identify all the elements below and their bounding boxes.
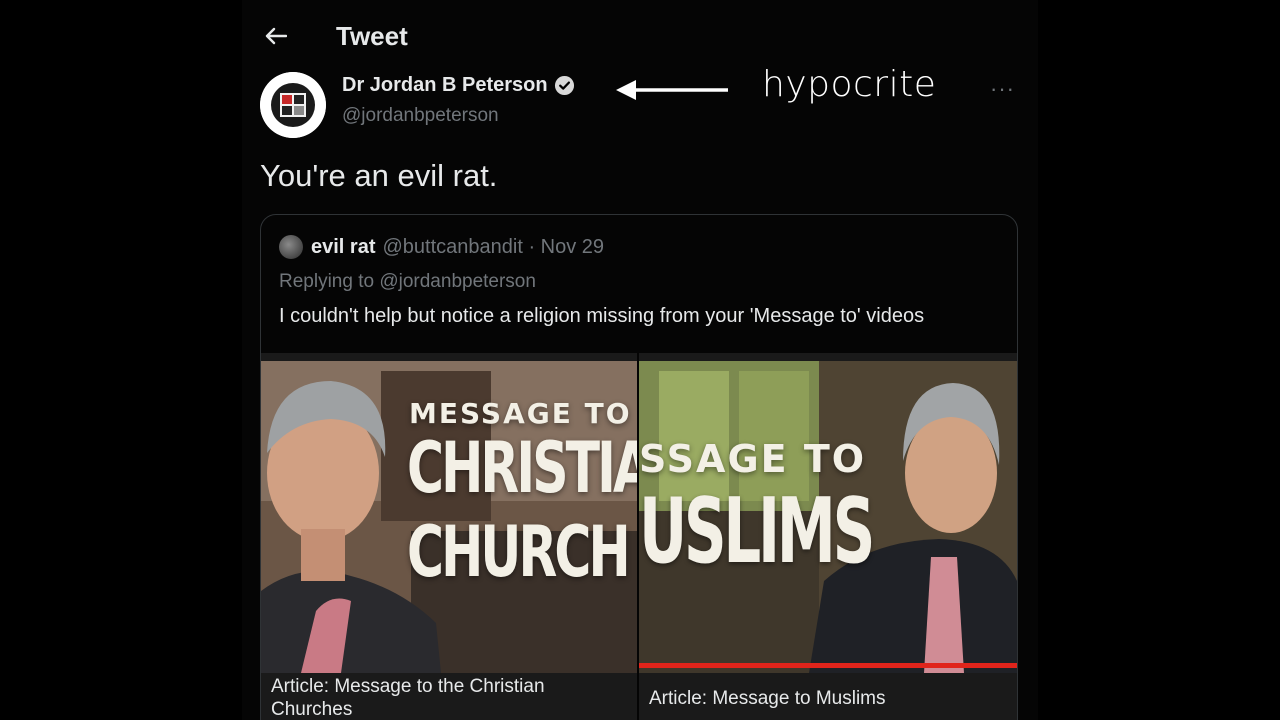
author-handle[interactable]: @jordanbpeterson	[342, 105, 575, 127]
avatar[interactable]	[260, 72, 326, 138]
thumb-line-churches: CHURCH	[407, 511, 631, 593]
card-title-christian[interactable]: Article: Message to the Christian Church…	[271, 675, 611, 720]
tweet-screen: Tweet Dr Jordan B Peterson @jordanbpeter…	[242, 0, 1038, 720]
verified-badge-icon	[554, 75, 574, 96]
progress-bar	[639, 663, 1017, 668]
replying-to: Replying to @jordanbpeterson	[279, 271, 536, 292]
quoted-author-row: evil rat @buttcanbandit · Nov 29	[279, 235, 604, 259]
back-button[interactable]	[264, 24, 288, 48]
author-name[interactable]: Dr Jordan B Peterson	[342, 74, 548, 97]
page-title: Tweet	[336, 20, 408, 51]
thumb-line-christian: CHRISTIA	[407, 427, 637, 509]
arrow-left-icon	[265, 27, 287, 45]
annotation-text: hypocrite	[762, 64, 937, 105]
thumb-line-muslims: USLIMS	[639, 479, 875, 584]
thumb-line-message: SSAGE TO	[639, 437, 867, 481]
quoted-handle-date: @buttcanbandit · Nov 29	[382, 235, 605, 258]
thumbnail-christian: MESSAGE TO T CHRISTIA CHURCH	[261, 361, 637, 673]
quoted-text: I couldn't help but notice a religion mi…	[279, 305, 925, 327]
avatar-logo-icon	[260, 72, 326, 138]
author-block: Dr Jordan B Peterson @jordanbpeterson	[342, 74, 575, 127]
thumbnail-muslims: SSAGE TO USLIMS	[639, 361, 1017, 673]
thumb-line-message: MESSAGE TO T	[409, 397, 637, 430]
media-card-christian[interactable]: MESSAGE TO T CHRISTIA CHURCH Article: Me…	[261, 353, 637, 720]
media-card-muslims[interactable]: SSAGE TO USLIMS Article: Message to Musl…	[639, 353, 1017, 720]
tweet-text: You're an evil rat.	[260, 158, 498, 193]
card-title-muslims[interactable]: Article: Message to Muslims	[649, 687, 989, 710]
quoted-avatar	[279, 235, 303, 259]
quoted-tweet[interactable]: evil rat @buttcanbandit · Nov 29 Replyin…	[260, 214, 1018, 720]
quoted-author-name: evil rat	[311, 235, 376, 258]
media-grid: MESSAGE TO T CHRISTIA CHURCH Article: Me…	[261, 353, 1017, 720]
header: Tweet	[264, 16, 408, 56]
more-options-button[interactable]: ···	[990, 76, 1015, 102]
annotation-arrow-icon	[616, 80, 728, 100]
